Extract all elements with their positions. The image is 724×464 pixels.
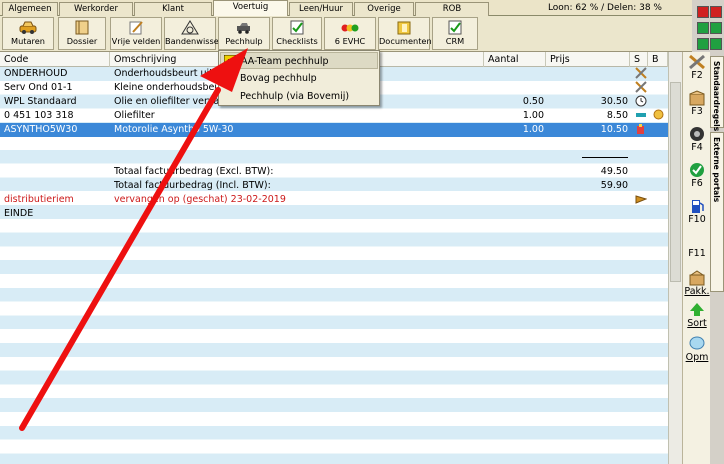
tab-werkorder[interactable]: Werkorder <box>59 2 133 16</box>
vrije-velden-button[interactable]: Vrije velden <box>110 17 162 50</box>
wrench-icon <box>689 54 705 70</box>
table-row-selected[interactable]: ASYNTHO5W30 Motorolie Asyntho 5W-30 1.00… <box>0 123 668 137</box>
tire-icon <box>181 20 199 35</box>
close-order-icon[interactable] <box>710 6 722 18</box>
f4-button[interactable]: F4 <box>683 126 711 153</box>
car-icon <box>19 21 37 34</box>
order-lines-table: Code Omschrijving Aantal Prijs S B ONDER… <box>0 52 668 464</box>
checklists-button[interactable]: Checklists <box>272 17 322 50</box>
bovag-logo-icon <box>223 72 236 85</box>
f3-button[interactable]: F3 <box>683 90 711 117</box>
svg-text:AA: AA <box>225 58 238 67</box>
tab-voertuig[interactable]: Voertuig <box>213 0 288 16</box>
tab-leen-huur[interactable]: Leen/Huur <box>289 2 353 16</box>
checklist-icon <box>290 20 304 35</box>
confirm-icon[interactable] <box>710 22 722 34</box>
crm-button[interactable]: CRM <box>432 17 478 50</box>
vertical-scrollbar[interactable] <box>668 52 682 464</box>
total-incl-vat: Totaal factuurbedrag (Incl. BTW): 59.90 <box>114 180 628 191</box>
menu-item-aa-team[interactable]: AA AA-Team pechhulp <box>220 52 378 69</box>
documenten-button[interactable]: Documenten <box>378 17 432 50</box>
function-key-panel: F2 F3 F4 F6 F10 F11 Pakk. Sort Opm <box>682 52 710 464</box>
check-icon[interactable] <box>697 22 709 34</box>
box-icon <box>689 90 705 106</box>
pencil-icon <box>129 21 143 35</box>
evhc-button[interactable]: 6 EVHC <box>324 17 376 50</box>
tab-externe-portals[interactable]: Externe portals <box>710 132 724 292</box>
book-icon <box>75 20 89 35</box>
ok-icon[interactable] <box>710 38 722 50</box>
total-excl-vat: Totaal factuurbedrag (Excl. BTW): 49.50 <box>114 166 628 177</box>
close-icon[interactable] <box>697 6 709 18</box>
menu-item-bovag[interactable]: Bovag pechhulp <box>220 70 378 87</box>
opmerking-button[interactable]: Opm <box>683 336 711 363</box>
dossier-button[interactable]: Dossier <box>58 17 106 50</box>
traffic-light-icon <box>341 24 359 32</box>
fuel-icon <box>692 200 704 213</box>
aa-logo-icon: AA <box>224 55 237 68</box>
column-aantal[interactable]: Aantal <box>484 52 546 67</box>
scrollbar-thumb[interactable] <box>670 82 681 282</box>
tab-klant[interactable]: Klant <box>134 2 212 16</box>
bandenwissel-button[interactable]: Bandenwissel <box>164 17 221 50</box>
workshop-order-window: Algemeen Werkorder Klant Voertuig Leen/H… <box>0 0 724 464</box>
oil-icon <box>632 123 650 140</box>
crm-icon <box>448 20 462 35</box>
sort-icon <box>690 303 704 316</box>
f11-button[interactable]: F11 <box>683 248 711 259</box>
folder-icon <box>397 21 411 35</box>
column-code[interactable]: Code <box>0 52 110 67</box>
column-prijs[interactable]: Prijs <box>546 52 630 67</box>
f10-button[interactable]: F10 <box>683 198 711 225</box>
side-tabs: Standaardregels Externe portals <box>710 52 724 464</box>
window-controls <box>696 0 724 52</box>
tire-icon <box>690 127 704 141</box>
menu-item-bovemij[interactable]: Pechhulp (via Bovemij) <box>220 88 378 105</box>
mutaren-button[interactable]: Mutaren <box>2 17 54 50</box>
tab-algemeen[interactable]: Algemeen <box>2 2 58 16</box>
pakket-button[interactable]: Pakk. <box>683 270 711 297</box>
table-body: ONDERHOUD Onderhoudsbeurt uitvoe Serv On… <box>0 67 668 464</box>
total-line-separator <box>0 151 668 165</box>
crm-icon <box>690 163 704 177</box>
tab-overige[interactable]: Overige <box>354 2 414 16</box>
package-icon <box>689 270 705 286</box>
column-b[interactable]: B <box>648 52 668 67</box>
tab-rob[interactable]: ROB <box>415 2 489 16</box>
labor-parts-ratio: Loon: 62 % / Delen: 38 % <box>547 3 662 13</box>
note-icon <box>689 336 705 350</box>
f6-button[interactable]: F6 <box>683 162 711 189</box>
save-icon[interactable] <box>697 38 709 50</box>
column-s[interactable]: S <box>630 52 648 67</box>
tab-standaardregels[interactable]: Standaardregels <box>710 56 724 131</box>
end-row: EINDE <box>4 208 34 219</box>
pechhulp-button[interactable]: Pechhulp <box>218 17 270 50</box>
reminder-row[interactable]: distributieriem vervangen op (geschat) 2… <box>0 193 668 207</box>
tow-truck-icon <box>237 23 250 34</box>
sort-button[interactable]: Sort <box>683 302 711 329</box>
pechhulp-menu: AA AA-Team pechhulp Bovag pechhulp Pechh… <box>218 50 380 106</box>
tab-bar: Algemeen Werkorder Klant Voertuig Leen/H… <box>0 0 692 16</box>
table-row[interactable]: 0 451 103 318 Oliefilter 1.00 8.50 <box>0 109 668 123</box>
toolbar: Mutaren Dossier Vrije velden Bandenwisse… <box>0 16 692 52</box>
f2-button[interactable]: F2 <box>683 54 711 81</box>
